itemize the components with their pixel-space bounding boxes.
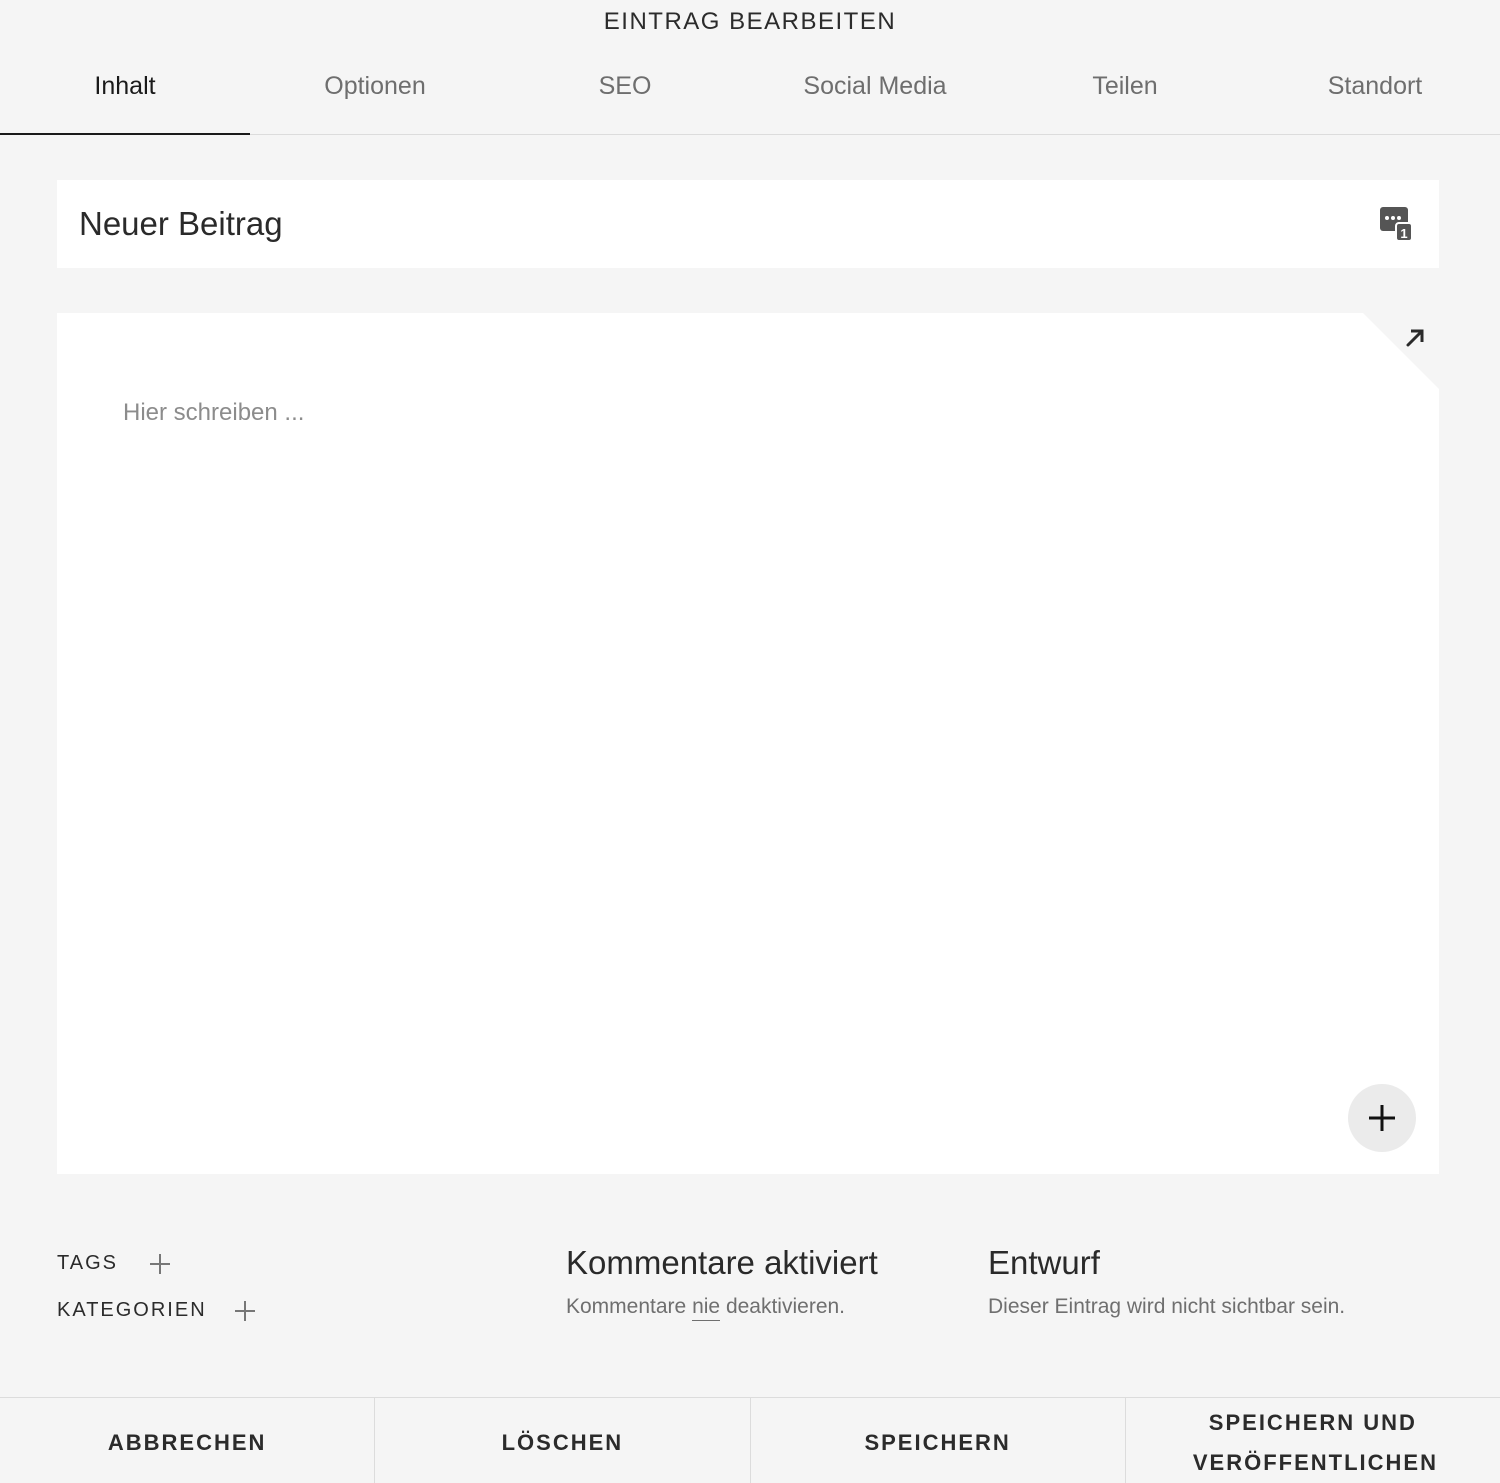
publish-status-heading[interactable]: Entwurf (988, 1244, 1100, 1282)
post-title-input[interactable]: Neuer Beitrag (79, 180, 283, 268)
categories-label: KATEGORIEN (57, 1299, 207, 1321)
tab-social-media[interactable]: Social Media (750, 58, 1000, 134)
comment-count-value: 1 (1400, 226, 1407, 241)
editor-placeholder[interactable]: Hier schreiben ... (123, 399, 304, 427)
save-and-publish-button-label: SPEICHERN UND VERÖFFENTLICHEN (1192, 1409, 1438, 1475)
dialog-title: EINTRAG BEARBEITEN (603, 8, 897, 35)
comments-disable-link[interactable]: nie (692, 1295, 721, 1321)
add-category-icon[interactable] (235, 1301, 255, 1321)
cancel-button[interactable]: ABBRECHEN (0, 1398, 376, 1483)
add-block-button[interactable] (1348, 1084, 1416, 1152)
add-tag-icon[interactable] (150, 1254, 170, 1274)
publish-status-subtext: Dieser Eintrag wird nicht sichtbar sein. (988, 1295, 1346, 1318)
tab-bar: Inhalt Optionen SEO Social Media Teilen … (0, 58, 1500, 135)
comments-status-subtext: Kommentare nie deaktivieren. (566, 1295, 846, 1321)
delete-button[interactable]: LÖSCHEN (375, 1398, 751, 1483)
tags-label: TAGS (57, 1252, 118, 1274)
delete-button-label: LÖSCHEN (501, 1429, 624, 1455)
tab-inhalt[interactable]: Inhalt (0, 58, 250, 135)
comment-count-icon[interactable]: 1 (1379, 206, 1413, 242)
tab-seo[interactable]: SEO (500, 58, 750, 134)
comments-status-heading[interactable]: Kommentare aktiviert (566, 1244, 878, 1282)
tab-teilen[interactable]: Teilen (1000, 58, 1250, 134)
save-button-label: SPEICHERN (864, 1429, 1011, 1455)
comments-sub-after: deaktivieren. (725, 1295, 846, 1318)
footer-actions: ABBRECHEN LÖSCHEN SPEICHERN SPEICHERN UN… (0, 1397, 1500, 1483)
save-button[interactable]: SPEICHERN (751, 1398, 1126, 1483)
post-title-field[interactable]: Neuer Beitrag 1 (57, 180, 1439, 268)
expand-arrow-icon[interactable] (1403, 326, 1427, 350)
content-editor[interactable]: Hier schreiben ... (57, 313, 1439, 1174)
save-and-publish-button[interactable]: SPEICHERN UND VERÖFFENTLICHEN (1126, 1398, 1500, 1483)
plus-icon (1369, 1105, 1395, 1131)
comments-sub-before: Kommentare (566, 1295, 687, 1318)
tab-standort[interactable]: Standort (1250, 58, 1500, 134)
cancel-button-label: ABBRECHEN (107, 1429, 267, 1455)
tab-optionen[interactable]: Optionen (250, 58, 500, 134)
